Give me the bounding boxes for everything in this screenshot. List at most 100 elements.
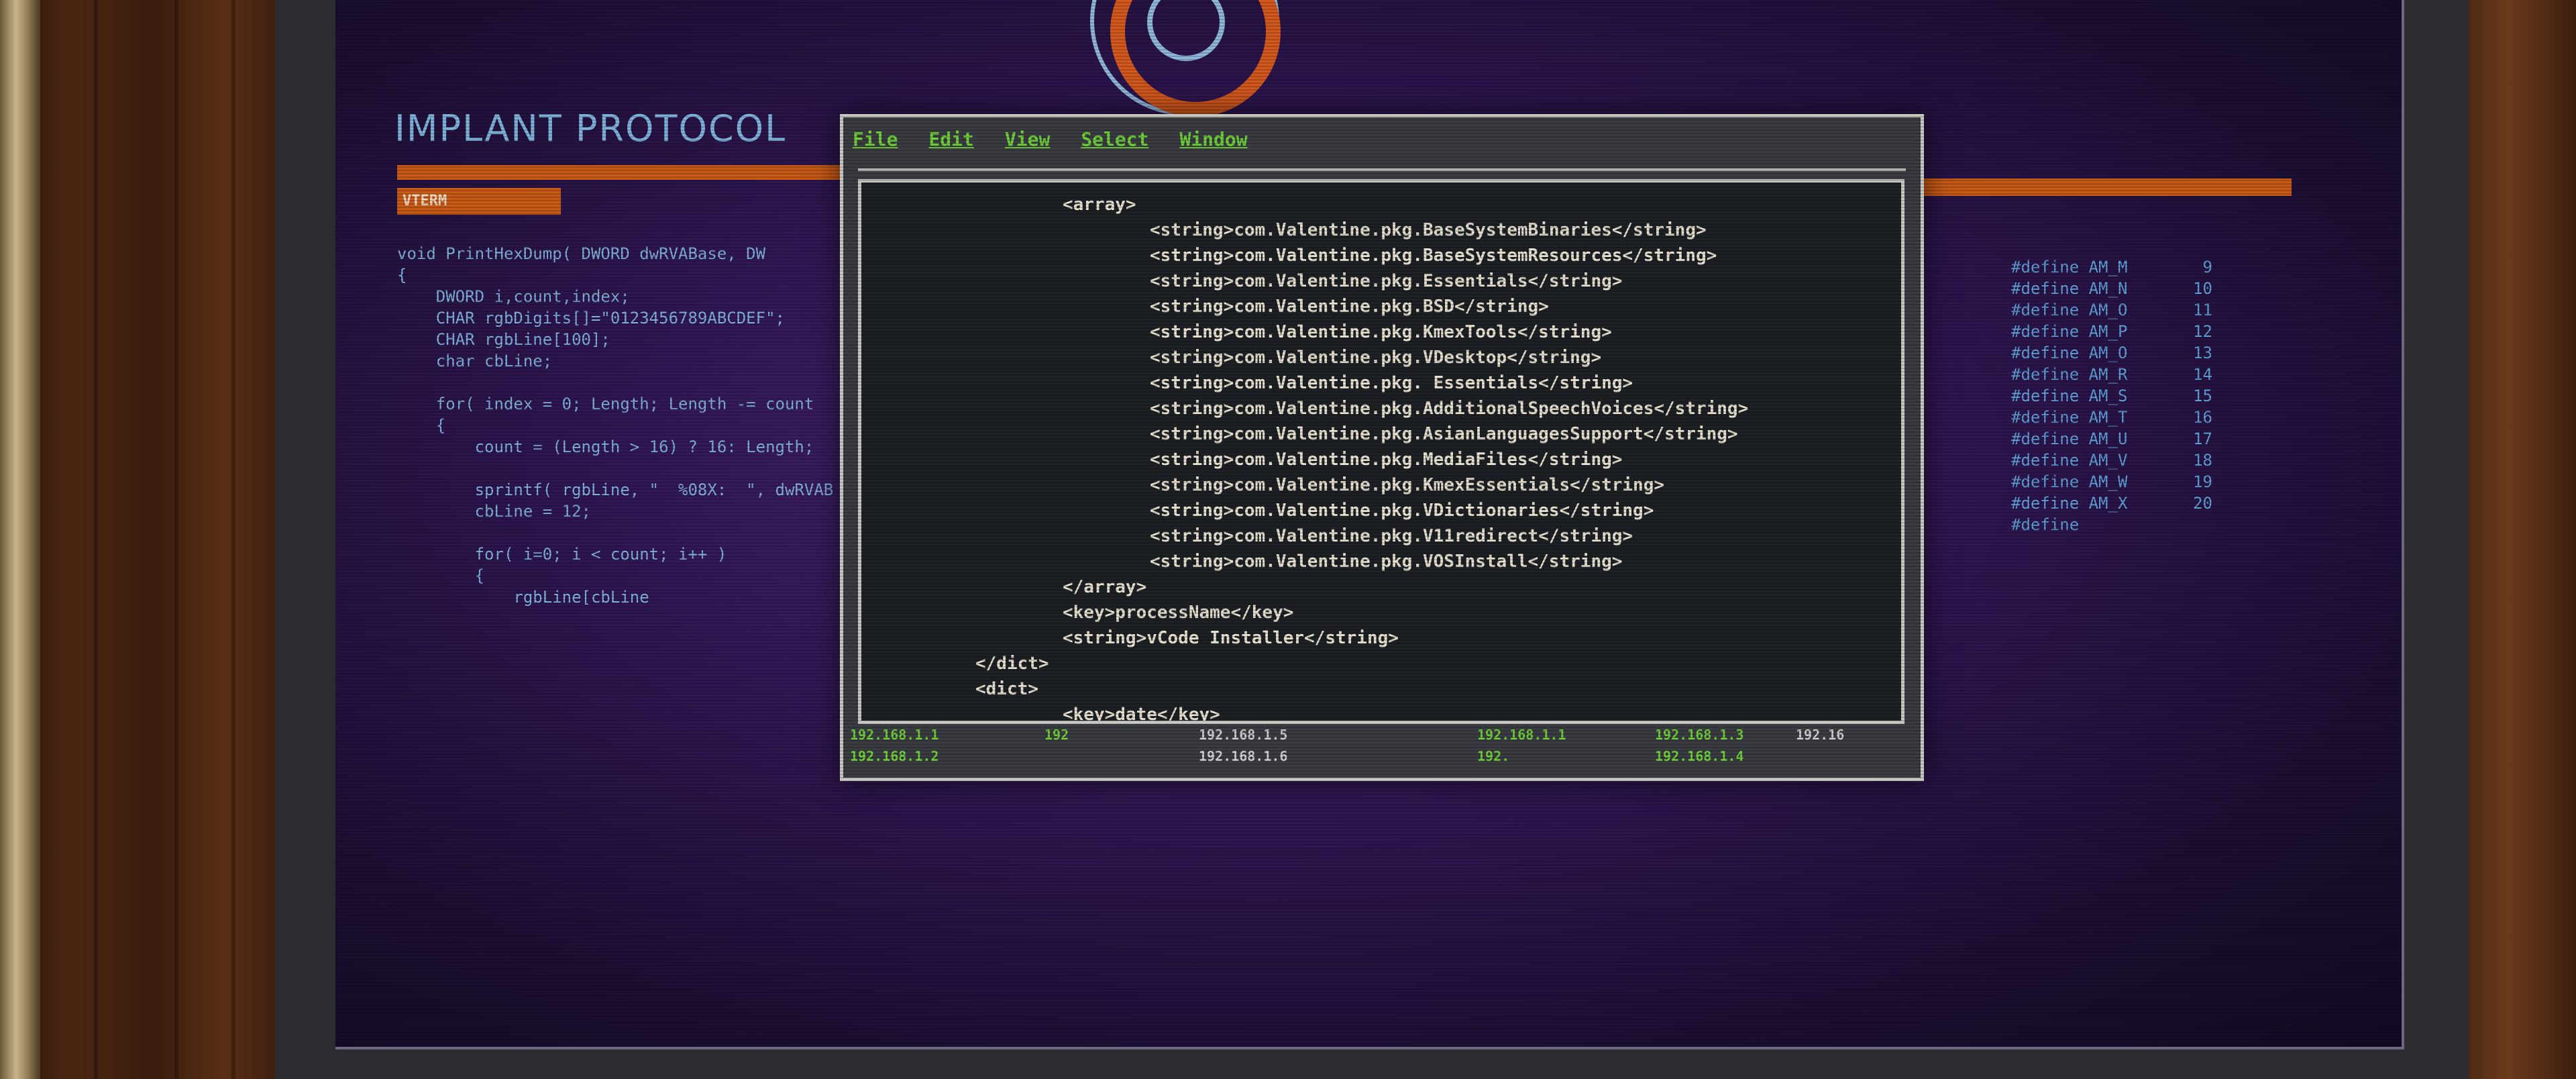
code-line: void PrintHexDump( DWORD dwRVABase, DW <box>397 244 766 263</box>
terminal-menubar: File Edit View Select Window <box>853 123 1248 156</box>
define-row: #define AM_P 12 <box>2011 321 2212 342</box>
define-row: #define AM_R 14 <box>2011 364 2212 385</box>
ip-address: 192.16 <box>1796 727 1845 743</box>
menu-window[interactable]: Window <box>1179 123 1247 156</box>
define-name: #define AM_T <box>2011 408 2128 427</box>
ip-address: 192.168.1.1 <box>1477 727 1566 743</box>
ip-address: 192.168.1.3 <box>1655 727 1744 743</box>
monitor-screen: IMPLANT PROTOCOL VTERM void PrintHexDump… <box>335 0 2404 1049</box>
ip-address: 192.168.1.6 <box>1199 748 1288 764</box>
define-value: 10 <box>2193 279 2212 298</box>
define-row: #define <box>2011 514 2212 535</box>
define-value: 13 <box>2193 344 2212 362</box>
code-line: { <box>397 266 407 285</box>
code-line: CHAR rgbDigits[]="0123456789ABCDEF"; <box>397 309 785 327</box>
define-value: 11 <box>2193 301 2212 319</box>
terminal-line: <string>com.Valentine.pkg.VDictionaries<… <box>1150 501 1654 521</box>
define-name: #define AM_V <box>2011 451 2128 470</box>
wood-grain <box>174 0 178 1079</box>
wood-grain <box>94 0 98 1079</box>
define-name: #define AM_O <box>2011 301 2128 319</box>
ip-address: 192.168.1.5 <box>1199 727 1288 743</box>
define-name: #define AM_U <box>2011 429 2128 448</box>
define-value: 12 <box>2193 322 2212 341</box>
terminal-line: <string>com.Valentine.pkg.Essentials</st… <box>1150 271 1623 291</box>
terminal-line: <string>com.Valentine.pkg.V11redirect</s… <box>1150 526 1633 546</box>
define-row: #define AM_V 18 <box>2011 450 2212 471</box>
terminal-line: <dict> <box>975 679 1038 699</box>
terminal-line: <array> <box>1063 195 1136 215</box>
define-name: #define AM_N <box>2011 279 2128 298</box>
terminal-line: <string>vCode Installer</string> <box>1063 628 1399 648</box>
define-value: 18 <box>2193 451 2212 470</box>
code-line: rgbLine[cbLine <box>397 588 649 607</box>
terminal-line: <string>com.Valentine.pkg.KmexEssentials… <box>1150 475 1665 495</box>
menubar-separator <box>858 168 1906 171</box>
terminal-line: <string>com.Valentine.pkg.KmexTools</str… <box>1150 322 1612 342</box>
ip-address: 192.168.1.2 <box>850 748 939 764</box>
code-line: cbLine = 12; <box>397 502 591 521</box>
define-row: #define AM_O 13 <box>2011 342 2212 364</box>
panel-title: IMPLANT PROTOCOL <box>394 107 787 150</box>
terminal-line: <string>com.Valentine.pkg.MediaFiles</st… <box>1150 450 1623 470</box>
menu-view[interactable]: View <box>1005 123 1050 156</box>
define-row: #define AM_N 10 <box>2011 278 2212 299</box>
right-divider <box>1924 178 2292 196</box>
define-value: 9 <box>2202 258 2212 276</box>
code-line: DWORD i,count,index; <box>397 287 630 306</box>
define-value: 14 <box>2193 365 2212 384</box>
code-line: char cbLine; <box>397 352 553 370</box>
code-line: { <box>397 566 485 585</box>
menu-select[interactable]: Select <box>1081 123 1148 156</box>
terminal-output[interactable]: <array> <string>com.Valentine.pkg.BaseSys… <box>858 179 1904 724</box>
define-name: #define AM_X <box>2011 494 2128 513</box>
define-name: #define <box>2011 515 2080 534</box>
define-row: #define AM_O 11 <box>2011 299 2212 321</box>
menu-edit[interactable]: Edit <box>928 123 973 156</box>
define-list: #define AM_M 9 #define AM_N 10 #define AM_O 1… <box>2011 256 2226 535</box>
define-name: #define AM_M <box>2011 258 2128 276</box>
terminal-line: </array> <box>1063 577 1147 597</box>
terminal-line: <string>com.Valentine.pkg.BaseSystemBina… <box>1150 220 1707 240</box>
terminal-line: <string>com.Valentine.pkg.BSD</string> <box>1150 297 1549 317</box>
source-code-block: void PrintHexDump( DWORD dwRVABase, DW{ … <box>397 243 834 608</box>
vterm-tab[interactable]: VTERM <box>397 188 561 215</box>
define-name: #define AM_P <box>2011 322 2128 341</box>
terminal-line: <key>date</key> <box>1063 705 1220 724</box>
define-row: #define AM_S 15 <box>2011 385 2212 407</box>
define-row: #define AM_M 9 <box>2011 256 2212 278</box>
define-name: #define AM_S <box>2011 387 2128 405</box>
define-value: 17 <box>2193 429 2212 448</box>
define-value: 19 <box>2193 472 2212 491</box>
code-line: CHAR rgbLine[100]; <box>397 330 610 349</box>
define-value: 20 <box>2193 494 2212 513</box>
define-row: #define AM_T 16 <box>2011 407 2212 428</box>
code-line: sprintf( rgbLine, " %08X: ", dwRVAB <box>397 480 834 499</box>
define-row: #define AM_U 17 <box>2011 428 2212 450</box>
menu-file[interactable]: File <box>853 123 898 156</box>
terminal-line: <key>processName</key> <box>1063 603 1294 623</box>
terminal-window[interactable]: File Edit View Select Window <array> <string>… <box>840 114 1924 781</box>
terminal-line: <string>com.Valentine.pkg. Essentials</s… <box>1150 373 1633 393</box>
ip-address: 192 <box>1044 727 1069 743</box>
terminal-line: </dict> <box>975 654 1049 674</box>
ip-address: 192.168.1.4 <box>1655 748 1744 764</box>
code-line: for( index = 0; Length; Length -= count <box>397 395 814 413</box>
terminal-line: <string>com.Valentine.pkg.VOSInstall</st… <box>1150 552 1623 572</box>
ip-address: 192.168.1.1 <box>850 727 939 743</box>
define-value: 15 <box>2193 387 2212 405</box>
bottom-status-strip: 192.168.1.519192.168.1.4 <box>335 1037 2402 1047</box>
code-line: for( i=0; i < count; i++ ) <box>397 545 727 564</box>
terminal-line: <string>com.Valentine.pkg.AsianLanguages… <box>1150 424 1738 444</box>
define-row: #define AM_W 19 <box>2011 471 2212 493</box>
wood-grain <box>231 0 235 1079</box>
terminal-line: <string>com.Valentine.pkg.AdditionalSpee… <box>1150 399 1749 419</box>
wood-frame-right <box>2462 0 2576 1079</box>
define-name: #define AM_R <box>2011 365 2128 384</box>
wood-frame-left <box>0 0 282 1079</box>
ip-address: 192. <box>1477 748 1510 764</box>
code-line: count = (Length > 16) ? 16: Length; <box>397 438 814 456</box>
